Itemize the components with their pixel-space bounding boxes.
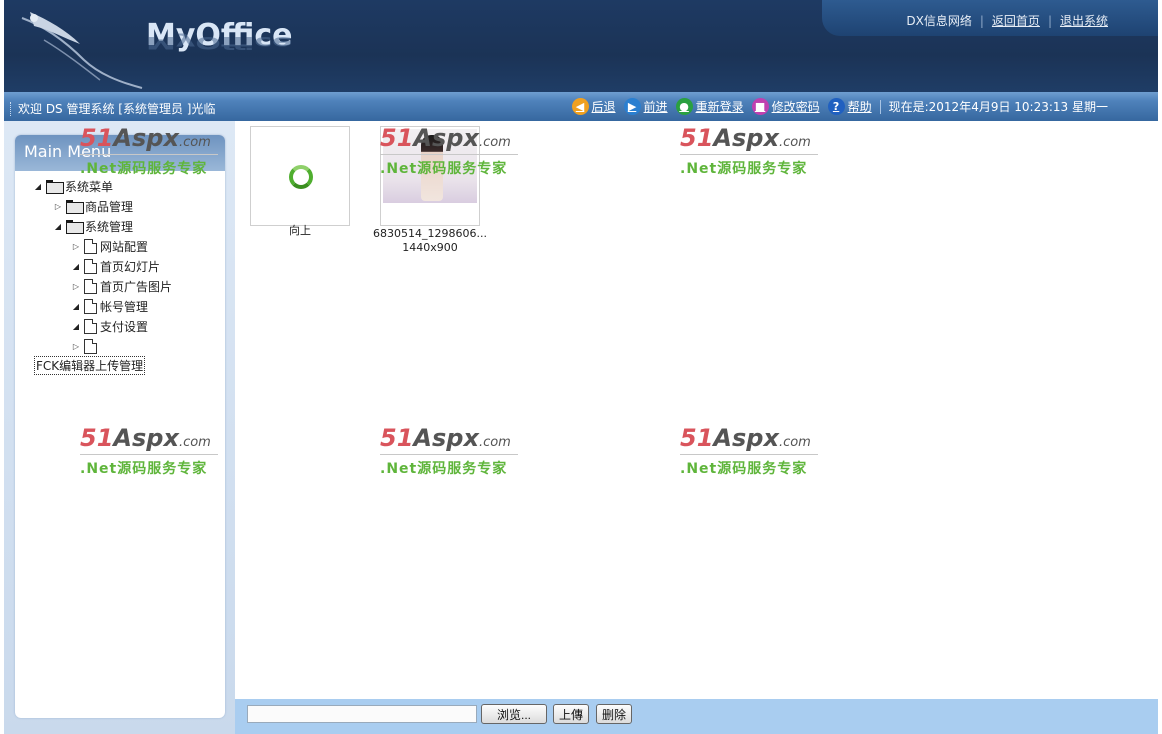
expand-triangle-icon[interactable]: ▷: [53, 202, 63, 211]
expand-triangle-icon[interactable]: ▷: [71, 242, 81, 251]
document-icon: [84, 278, 97, 294]
folder-icon: [66, 220, 84, 234]
menu-title: Main Menu: [15, 135, 225, 171]
tree-item-label: 首页幻灯片: [100, 259, 161, 274]
document-icon: [84, 258, 97, 274]
main-menu-panel: Main Menu ◢ 系统菜单 ▷ 商品管理 ◢ 系统管理 ▷ 网站配置 ◢ …: [15, 135, 225, 718]
tree-item-unnamed[interactable]: ▷: [71, 337, 100, 355]
folder-icon: [46, 180, 64, 194]
collapse-triangle-icon[interactable]: ◢: [71, 262, 81, 271]
divider: |: [979, 13, 984, 28]
image-thumbnail[interactable]: [380, 126, 480, 226]
file-browser: 向上 6830514_1298606... 1440x900: [235, 121, 1158, 699]
password-icon: ■: [751, 98, 769, 115]
change-password-label: 修改密码: [771, 100, 820, 114]
refresh-icon: [289, 165, 313, 189]
upload-bar: 浏览... 上傳 删除: [235, 699, 1158, 734]
expand-triangle-icon[interactable]: ▷: [71, 282, 81, 291]
document-icon: [84, 318, 97, 334]
tree-item-label: 支付设置: [100, 319, 149, 334]
logo-bird-icon: [21, 12, 143, 89]
collapse-triangle-icon[interactable]: ◢: [53, 222, 63, 231]
change-password-button[interactable]: ■ 修改密码: [751, 98, 820, 115]
forward-icon: ▶: [623, 98, 641, 115]
site-name-link[interactable]: DX信息网络: [906, 12, 971, 29]
grip-icon: [10, 101, 12, 116]
expand-triangle-icon[interactable]: ▷: [71, 342, 81, 351]
tree-item-account-management[interactable]: ◢ 帐号管理: [71, 297, 148, 315]
document-icon: [84, 238, 97, 254]
tree-item-system-menu[interactable]: ◢ 系统菜单: [33, 177, 113, 195]
document-icon: [84, 298, 97, 314]
welcome-text: 欢迎 DS 管理系统 [系统管理员 ]光临: [18, 102, 216, 116]
divider: [879, 99, 881, 114]
tree-item-home-slideshow[interactable]: ◢ 首页幻灯片: [71, 257, 160, 275]
status-bar: 欢迎 DS 管理系统 [系统管理员 ]光临 ◀ 后退 ▶ 前进 ● 重新登录 ■…: [4, 92, 1158, 121]
tree-item-fck-upload-management[interactable]: FCK编辑器上传管理: [34, 356, 146, 375]
back-button[interactable]: ◀ 后退: [571, 98, 616, 115]
tree-item-home-ad-images[interactable]: ▷ 首页广告图片: [71, 277, 172, 295]
tree-item-label: 网站配置: [100, 239, 149, 254]
header-banner: MyOffice MyOffice DX信息网络 | 返回首页 | 退出系统: [4, 0, 1158, 92]
tree-item-system-management[interactable]: ◢ 系统管理: [53, 217, 133, 235]
nav-toolbar: ◀ 后退 ▶ 前进 ● 重新登录 ■ 修改密码 ? 帮助 现在是:2012年4月…: [571, 98, 1108, 115]
folder-icon: [66, 200, 84, 214]
help-label: 帮助: [847, 100, 872, 114]
tree-item-label: 系统菜单: [65, 179, 114, 194]
tree-item-label: 系统管理: [85, 219, 134, 234]
forward-label: 前进: [643, 100, 668, 114]
top-links: DX信息网络 | 返回首页 | 退出系统: [906, 12, 1108, 29]
collapse-triangle-icon[interactable]: ◢: [71, 302, 81, 311]
collapse-triangle-icon[interactable]: ◢: [33, 182, 43, 191]
tree-item-label: 帐号管理: [100, 299, 149, 314]
logout-link[interactable]: 退出系统: [1060, 12, 1108, 29]
tree-item-product-management[interactable]: ▷ 商品管理: [53, 197, 133, 215]
welcome-area: 欢迎 DS 管理系统 [系统管理员 ]光临: [10, 100, 215, 117]
upload-file-input[interactable]: [247, 705, 477, 723]
upload-button[interactable]: 上傳: [553, 704, 590, 724]
document-icon: [84, 338, 97, 354]
tree-item-payment-settings[interactable]: ◢ 支付设置: [71, 317, 148, 335]
divider: |: [1047, 13, 1052, 28]
relogin-label: 重新登录: [695, 100, 744, 114]
tree-item-site-config[interactable]: ▷ 网站配置: [71, 237, 148, 255]
relogin-icon: ●: [675, 98, 693, 115]
help-icon: ?: [827, 98, 845, 115]
photo-preview: [383, 129, 477, 203]
help-button[interactable]: ? 帮助: [827, 98, 872, 115]
up-folder-thumbnail[interactable]: [250, 126, 350, 226]
tree-item-label: 首页广告图片: [100, 279, 173, 294]
sidebar: Main Menu ◢ 系统菜单 ▷ 商品管理 ◢ 系统管理 ▷ 网站配置 ◢ …: [4, 121, 235, 734]
up-folder-caption: 向上: [289, 224, 311, 237]
delete-button[interactable]: 删除: [596, 704, 633, 724]
relogin-button[interactable]: ● 重新登录: [675, 98, 744, 115]
home-link[interactable]: 返回首页: [992, 12, 1040, 29]
browse-button[interactable]: 浏览...: [481, 704, 547, 724]
image-dimensions: 1440x900: [402, 241, 458, 254]
photo-subject: [421, 135, 443, 201]
forward-button[interactable]: ▶ 前进: [623, 98, 668, 115]
back-icon: ◀: [571, 98, 589, 115]
image-filename: 6830514_1298606...: [373, 227, 487, 240]
tree-item-label: 商品管理: [85, 199, 134, 214]
logo-reflection: MyOffice: [146, 32, 293, 52]
datetime-text: 现在是:2012年4月9日 10:23:13 星期一: [888, 100, 1108, 114]
back-label: 后退: [591, 100, 616, 114]
collapse-triangle-icon[interactable]: ◢: [71, 322, 81, 331]
